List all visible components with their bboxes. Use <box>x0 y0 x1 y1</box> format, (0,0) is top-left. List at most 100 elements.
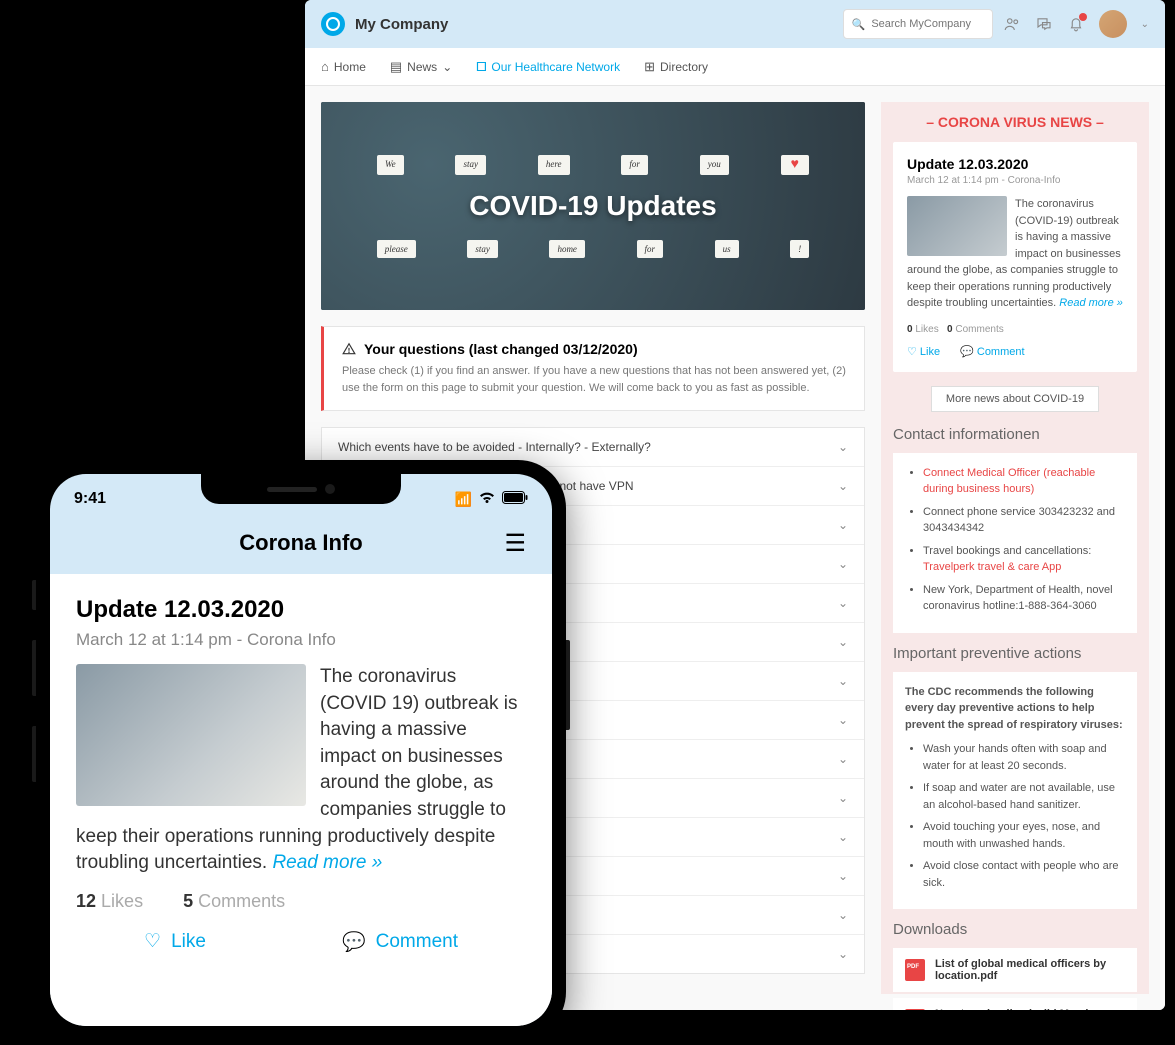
chevron-down-icon: ⌄ <box>838 830 848 844</box>
hero-sign: for <box>637 240 664 258</box>
chevron-down-icon: ⌄ <box>838 557 848 571</box>
chevron-down-icon: ⌄ <box>838 674 848 688</box>
phone-header: Corona Info ☰ <box>50 508 552 574</box>
avatar[interactable] <box>1099 10 1127 38</box>
nav-news[interactable]: ▤ News ⌄ <box>390 59 452 75</box>
battery-icon <box>502 491 528 507</box>
chevron-down-icon: ⌄ <box>838 947 848 961</box>
chevron-down-icon: ⌄ <box>838 713 848 727</box>
contact-heading: Contact informationen <box>893 426 1137 443</box>
notice-title: Your questions (last changed 03/12/2020) <box>364 341 638 357</box>
like-button[interactable]: ♡ Like <box>907 345 940 358</box>
hero-sign: ! <box>790 240 809 258</box>
heart-icon: ♡ <box>144 930 161 953</box>
news-thumbnail <box>907 196 1007 256</box>
search-box[interactable]: 🔍 <box>843 9 993 39</box>
prevent-heading: Important preventive actions <box>893 645 1137 662</box>
phone-notch <box>201 474 401 504</box>
download-item[interactable]: New travel policy (valid March 2020).pdf <box>893 998 1137 1010</box>
contact-item: New York, Department of Health, novel co… <box>923 582 1125 615</box>
notification-badge <box>1079 13 1087 21</box>
contact-link[interactable]: Connect Medical Officer (reachable durin… <box>923 467 1095 496</box>
dropdown-caret-icon[interactable]: ⌄ <box>1141 19 1149 30</box>
hero-sign: for <box>621 155 648 175</box>
hero-sign: We <box>377 155 404 175</box>
phone-readmore-link[interactable]: Read more » <box>272 852 382 873</box>
phone-article-title: Update 12.03.2020 <box>76 596 526 624</box>
nav-directory[interactable]: ⊞ Directory <box>644 59 708 75</box>
contact-item: Connect phone service 303423232 and 3043… <box>923 504 1125 537</box>
download-item[interactable]: List of global medical officers by locat… <box>893 948 1137 992</box>
download-label: New travel policy (valid March 2020).pdf <box>935 1008 1125 1010</box>
news-icon: ▤ <box>390 59 402 75</box>
chat-icon[interactable] <box>1035 15 1053 33</box>
topbar: My Company 🔍 ⌄ <box>305 0 1165 48</box>
phone-article-meta: March 12 at 1:14 pm - Corona Info <box>76 630 526 650</box>
contact-item: Connect Medical Officer (reachable durin… <box>923 465 1125 498</box>
news-card: Update 12.03.2020 March 12 at 1:14 pm - … <box>893 142 1137 372</box>
menu-icon[interactable]: ☰ <box>504 529 526 558</box>
news-stats: 0 Likes 0 Comments <box>907 324 1123 335</box>
nav-news-label: News <box>407 60 437 74</box>
prevent-item: Avoid touching your eyes, nose, and mout… <box>923 819 1125 852</box>
phone-like-button[interactable]: ♡Like <box>144 930 206 954</box>
hero-sign: ♥ <box>781 155 809 175</box>
hero-sign: us <box>715 240 739 258</box>
phone-comment-button[interactable]: 💬Comment <box>342 930 458 954</box>
phone-stats: 12 Likes 5 Comments <box>76 891 526 912</box>
people-icon[interactable] <box>1003 15 1021 33</box>
phone-mockup: 9:41 📶 Corona Info ☰ Update 12.03.2020 M… <box>36 460 566 1040</box>
prevent-card: The CDC recommends the following every d… <box>893 672 1137 910</box>
contact-card: Connect Medical Officer (reachable durin… <box>893 453 1137 633</box>
chevron-down-icon: ⌄ <box>838 869 848 883</box>
hero-title: COVID-19 Updates <box>469 190 716 222</box>
hero-sign: home <box>549 240 585 258</box>
nav-home[interactable]: ⌂Home <box>321 59 366 74</box>
downloads-heading: Downloads <box>893 921 1137 938</box>
company-name: My Company <box>355 16 448 33</box>
phone-thumbnail <box>76 664 306 806</box>
hero-sign: stay <box>467 240 498 258</box>
bell-icon[interactable] <box>1067 15 1085 33</box>
more-news-button[interactable]: More news about COVID-19 <box>931 386 1099 412</box>
pdf-icon <box>905 959 925 981</box>
search-input[interactable] <box>871 18 983 30</box>
prevent-item: Avoid close contact with people who are … <box>923 858 1125 891</box>
contact-item: Travel bookings and cancellations: Trave… <box>923 543 1125 576</box>
nav-healthcare[interactable]: 🞐 Our Healthcare Network <box>476 59 620 75</box>
hero-sign: here <box>538 155 570 175</box>
logo-icon[interactable] <box>321 12 345 36</box>
chevron-down-icon: ⌄ <box>838 518 848 532</box>
signal-icon: 📶 <box>455 491 472 508</box>
chevron-down-icon: ⌄ <box>838 791 848 805</box>
directory-icon: ⊞ <box>644 59 655 75</box>
hero-sign: please <box>377 240 416 258</box>
briefcase-icon: 🞐 <box>476 59 486 75</box>
chevron-down-icon: ⌄ <box>442 60 452 74</box>
comment-button[interactable]: 💬 Comment <box>960 345 1024 358</box>
warning-icon <box>342 342 356 356</box>
faq-text: Which events have to be avoided - Intern… <box>338 440 651 454</box>
nav-directory-label: Directory <box>660 60 708 74</box>
chevron-down-icon: ⌄ <box>838 440 848 454</box>
sidebar-news-header: – CORONA VIRUS NEWS – <box>893 114 1137 130</box>
phone-header-title: Corona Info <box>239 530 362 556</box>
chevron-down-icon: ⌄ <box>838 635 848 649</box>
chevron-down-icon: ⌄ <box>838 479 848 493</box>
nav-healthcare-label: Our Healthcare Network <box>491 60 620 74</box>
hero-sign: you <box>700 155 729 175</box>
chevron-down-icon: ⌄ <box>838 596 848 610</box>
hero-banner: We stay here for you ♥ please stay home for us! C… <box>321 102 865 310</box>
pdf-icon <box>905 1009 925 1010</box>
readmore-link[interactable]: Read more » <box>1059 297 1123 309</box>
comment-icon: 💬 <box>342 930 366 954</box>
hero-sign: stay <box>455 155 486 175</box>
nav-home-label: Home <box>334 60 366 74</box>
notice-body: Please check (1) if you find an answer. … <box>342 363 846 396</box>
news-title: Update 12.03.2020 <box>907 156 1123 172</box>
contact-link[interactable]: Travelperk travel & care App <box>923 561 1061 573</box>
chevron-down-icon: ⌄ <box>838 752 848 766</box>
search-icon: 🔍 <box>852 18 866 31</box>
notice-box: Your questions (last changed 03/12/2020)… <box>321 326 865 411</box>
phone-time: 9:41 <box>74 490 106 508</box>
